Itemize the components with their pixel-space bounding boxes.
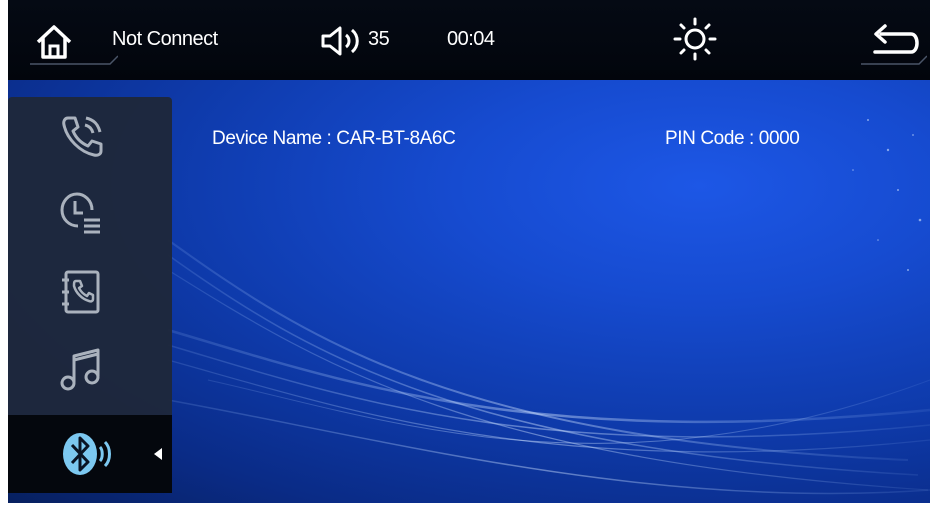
home-icon — [30, 25, 119, 65]
call-history-icon — [60, 192, 100, 234]
sidebar-item-phonebook[interactable] — [8, 253, 172, 331]
bluetooth-sidebar — [8, 97, 172, 493]
brightness-sun-icon[interactable] — [672, 16, 718, 62]
phonebook-icon — [62, 270, 100, 314]
pin-code-label: PIN Code : 0000 — [665, 128, 800, 149]
bluetooth-screen: Not Connect 35 00:04 Device Name: CAR-B… — [8, 0, 930, 503]
sidebar-item-dialer[interactable] — [8, 97, 172, 175]
phone-dialer-icon — [62, 116, 103, 157]
volume-level: 35 — [368, 28, 390, 50]
sidebar-item-bluetooth-settings[interactable] — [8, 415, 172, 493]
top-status-bar: Not Connect 35 00:04 — [8, 0, 930, 80]
speaker-volume-icon — [321, 26, 359, 56]
back-button[interactable] — [861, 14, 928, 66]
sidebar-item-call-history[interactable] — [8, 175, 172, 253]
device-name-label: Device Name : CAR-BT-8A6C — [212, 128, 456, 149]
back-arrow-icon — [861, 24, 928, 65]
bluetooth-settings-icon — [63, 433, 111, 475]
connection-status: Not Connect — [112, 28, 218, 50]
sidebar-item-music[interactable] — [8, 331, 172, 409]
clock-time: 00:04 — [447, 28, 495, 50]
home-button[interactable] — [28, 14, 119, 66]
bluetooth-music-icon — [60, 348, 100, 391]
active-indicator-arrow — [154, 448, 162, 460]
